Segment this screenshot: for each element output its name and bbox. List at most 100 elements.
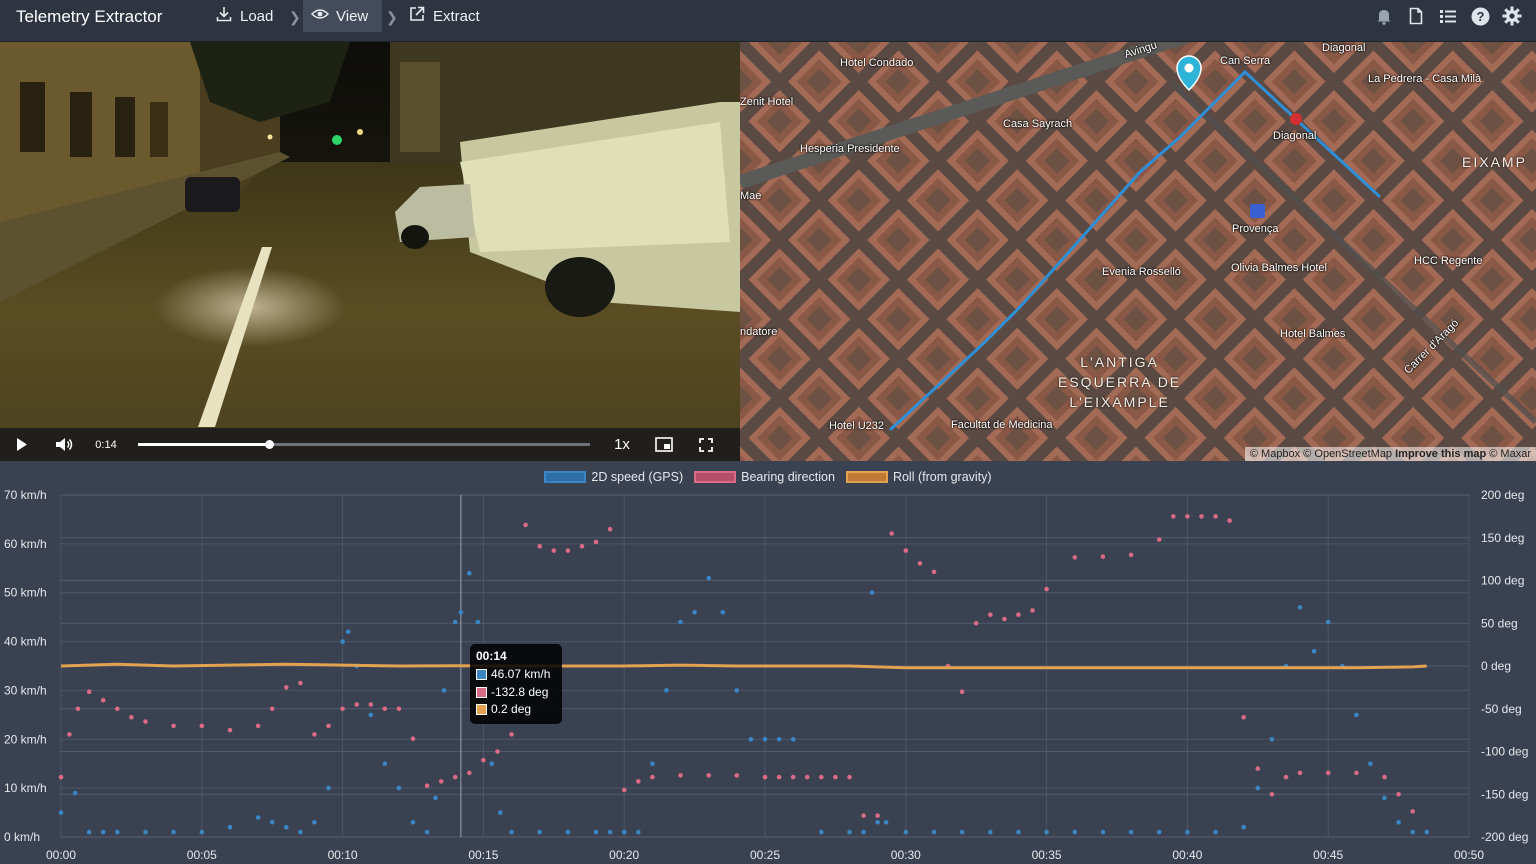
help-icon[interactable]: ? [1470, 6, 1490, 26]
bearing-point [790, 774, 796, 780]
tooltip-swatch-speed [476, 669, 487, 681]
video-seek-bar[interactable] [138, 440, 590, 449]
list-icon[interactable] [1438, 6, 1458, 26]
bearing-point [86, 689, 92, 694]
map-label-hotel-condado: Hotel Condado [840, 57, 914, 69]
map-label-la-pedrera: La Pedrera - Casa Milà [1368, 73, 1482, 85]
tooltip-value-speed: 46.07 km/h [491, 667, 551, 681]
x-tick-label: 00:40 [1172, 848, 1202, 862]
bearing-point [171, 723, 176, 729]
bearing-point [199, 723, 205, 729]
y-right-tick-label: 0 deg [1481, 659, 1511, 673]
tooltip-row-roll: 0.2 deg [476, 701, 556, 719]
speed-point [227, 824, 233, 830]
settings-icon[interactable] [1502, 6, 1522, 26]
attribution-maxar[interactable]: © Maxar [1489, 448, 1531, 460]
speed-point [692, 610, 697, 615]
view-button[interactable]: View [303, 0, 382, 32]
play-icon[interactable] [10, 428, 34, 461]
speed-point [441, 688, 447, 693]
map-label-provenca: Provença [1232, 223, 1279, 235]
bell-icon[interactable] [1374, 6, 1394, 26]
map-label-facultat: Facultat de Medicina [951, 419, 1053, 431]
speed-point [1255, 785, 1261, 791]
speed-point [489, 761, 495, 766]
bearing-point [1016, 612, 1021, 617]
bearing-point [523, 522, 528, 528]
attribution-osm[interactable]: © OpenStreetMap [1303, 448, 1392, 460]
speed-point [762, 737, 768, 742]
extract-button[interactable]: Extract [400, 0, 488, 32]
improve-map-link[interactable]: Improve this map [1395, 448, 1486, 460]
map-label-hcc: HCC Regente [1414, 255, 1483, 267]
video-player[interactable]: 0:14 1x [0, 42, 740, 461]
bearing-point [67, 732, 72, 737]
bearing-point [551, 548, 557, 553]
y-left-tick-label: 20 km/h [4, 732, 47, 746]
tooltip-value-roll: 0.2 deg [491, 702, 532, 716]
y-right-tick-label: 100 deg [1481, 574, 1524, 588]
speed-point [433, 795, 438, 801]
speed-point [1185, 829, 1190, 835]
bearing-point [1213, 514, 1218, 519]
tooltip-swatch-bearing [476, 686, 487, 698]
map-district-antiga-esquerra: L'ANTIGA ESQUERRA DE L'EIXAMPLE [1058, 354, 1182, 410]
telemetry-chart[interactable]: 00:00 00:05 00:10 00:15 00:20 00:25 00:30 00:35… [0, 461, 1536, 864]
speed-point [1396, 820, 1401, 825]
bearing-point [875, 813, 880, 818]
bearing-point [889, 531, 894, 536]
speed-point [1311, 649, 1317, 654]
tooltip-value-bearing: -132.8 deg [491, 684, 549, 699]
fullscreen-icon[interactable] [694, 428, 718, 461]
bearing-point [931, 569, 937, 575]
bearing-point [1410, 809, 1415, 814]
bearing-point [1325, 770, 1331, 776]
top-toolbar: Telemetry Extractor Load ❯ View ❯ Extrac… [0, 0, 1536, 42]
video-seek-handle[interactable] [265, 440, 275, 449]
speed-point [1297, 605, 1303, 610]
speed-point [1128, 829, 1134, 835]
speed-point [340, 639, 345, 644]
playback-rate-button[interactable]: 1x [608, 428, 636, 461]
external-link-icon [408, 5, 426, 27]
x-tick-label: 00:25 [750, 848, 780, 862]
bearing-point [650, 774, 655, 780]
load-button[interactable]: Load [207, 0, 281, 32]
attribution-mapbox[interactable]: © Mapbox [1250, 448, 1300, 460]
speed-point [312, 820, 317, 825]
volume-icon[interactable] [52, 428, 76, 461]
bearing-point [227, 727, 233, 733]
x-tick-label: 00:20 [609, 848, 639, 862]
bearing-point [1241, 715, 1246, 720]
speed-point [475, 619, 481, 625]
bearing-point [1354, 770, 1359, 776]
x-tick-label: 00:35 [1032, 848, 1062, 862]
bearing-point [847, 774, 852, 780]
tooltip-row-speed: 46.07 km/h [476, 666, 556, 684]
speed-point [115, 829, 120, 835]
bearing-point [1199, 514, 1204, 519]
speed-point [1016, 829, 1021, 835]
y-right-tick-label: 150 deg [1481, 531, 1524, 545]
y-left-tick-label: 10 km/h [4, 781, 47, 795]
speed-point [931, 829, 937, 835]
map-view[interactable]: Hotel Condado Zenit Hotel Casa Sayrach H… [740, 42, 1536, 461]
bearing-point [1185, 514, 1190, 519]
bearing-point [1227, 518, 1232, 523]
speed-point [621, 829, 627, 835]
speed-point [1156, 829, 1162, 835]
bearing-point [593, 539, 599, 545]
bearing-point [678, 773, 683, 778]
bearing-point [340, 706, 345, 712]
bearing-point [537, 544, 542, 549]
bearing-point [1156, 537, 1162, 542]
bearing-point [1396, 792, 1401, 797]
view-button-label: View [336, 7, 369, 25]
file-icon[interactable] [1406, 6, 1426, 26]
bearing-point [917, 561, 923, 566]
y-left-tick-label: 50 km/h [4, 586, 47, 600]
y-left-tick-label: 70 km/h [4, 488, 47, 502]
speed-point [819, 829, 824, 835]
speed-point [498, 810, 503, 815]
picture-in-picture-icon[interactable] [652, 428, 676, 461]
